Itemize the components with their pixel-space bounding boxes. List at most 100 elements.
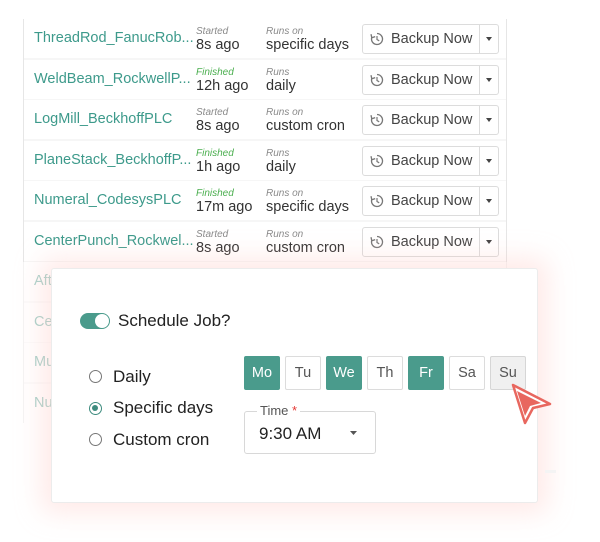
- backup-dropdown-toggle[interactable]: [480, 25, 498, 53]
- runs-value: daily: [266, 77, 296, 94]
- day-button-sa[interactable]: Sa: [449, 356, 485, 390]
- radio-button[interactable]: [89, 370, 102, 384]
- schedule-dialog: Schedule Job? Daily Specific days Custom…: [51, 268, 538, 503]
- backup-dropdown-toggle[interactable]: [480, 147, 498, 175]
- job-name-link[interactable]: PlaneStack_BeckhoffP...: [34, 152, 194, 168]
- backup-now-label: Backup Now: [391, 193, 473, 209]
- backup-dropdown-toggle[interactable]: [480, 187, 498, 215]
- backup-button-group: Backup Now: [362, 105, 499, 135]
- runs-label: Runs on: [266, 107, 304, 118]
- runs-value: daily: [266, 158, 296, 175]
- toggle-knob: [95, 314, 109, 328]
- caret-down-icon: [486, 37, 492, 41]
- runs-cell: Runs on custom cron: [266, 228, 366, 256]
- status-cell: Started 8s ago: [196, 107, 264, 135]
- job-name-link[interactable]: WeldBeam_RockwellP...: [34, 71, 194, 87]
- schedule-toggle-row: Schedule Job?: [80, 311, 230, 331]
- runs-cell: Runs on custom cron: [266, 107, 366, 135]
- backup-now-button[interactable]: Backup Now: [363, 227, 480, 256]
- caret-down-icon: [486, 118, 492, 122]
- time-select[interactable]: Time * 9:30 AM: [244, 403, 376, 454]
- day-selector: Mo Tu We Th Fr Sa Su: [244, 356, 531, 390]
- runs-label: Runs: [266, 66, 290, 78]
- schedule-type-radio-group: Daily Specific days Custom cron: [89, 361, 213, 456]
- status-label: Finished: [196, 188, 234, 199]
- radio-label: Daily: [113, 366, 151, 386]
- radio-option-specific-days[interactable]: Specific days: [89, 393, 213, 425]
- backup-now-label: Backup Now: [391, 152, 473, 169]
- refresh-icon: [370, 235, 384, 248]
- job-row: CenterPunch_Rockwel... Started 8s ago Ru…: [24, 221, 506, 263]
- backup-now-button[interactable]: Backup Now: [363, 187, 480, 215]
- runs-value: custom cron: [266, 118, 345, 134]
- status-cell: Started 8s ago: [196, 26, 264, 54]
- runs-cell: Runs daily: [266, 148, 366, 175]
- backup-now-label: Backup Now: [391, 112, 473, 128]
- refresh-icon: [370, 154, 384, 167]
- refresh-icon: [370, 32, 384, 46]
- backup-now-label: Backup Now: [391, 233, 473, 250]
- refresh-icon: [370, 113, 384, 127]
- runs-label: Runs on: [266, 228, 304, 240]
- day-button-th[interactable]: Th: [367, 356, 403, 390]
- backup-now-button[interactable]: Backup Now: [363, 65, 480, 94]
- caret-down-icon: [486, 199, 492, 203]
- status-label: Started: [196, 228, 229, 240]
- job-name-link[interactable]: ThreadRod_FanucRob...: [34, 30, 194, 46]
- backup-now-label: Backup Now: [391, 71, 473, 88]
- job-row: ThreadRod_FanucRob... Started 8s ago Run…: [24, 19, 506, 60]
- runs-cell: Runs daily: [266, 66, 366, 94]
- backup-button-group: Backup Now: [362, 64, 499, 95]
- cursor-arrow-icon: [511, 383, 552, 425]
- job-row: Numeral_CodesysPLC Finished 17m ago Runs…: [24, 181, 506, 222]
- status-label: Started: [196, 107, 229, 118]
- status-label: Finished: [196, 66, 234, 78]
- status-time: 8s ago: [196, 37, 240, 53]
- radio-button[interactable]: [89, 433, 102, 447]
- job-row: PlaneStack_BeckhoffP... Finished 1h ago …: [24, 140, 506, 182]
- backup-now-button[interactable]: Backup Now: [363, 146, 480, 175]
- status-cell: Finished 17m ago: [196, 188, 264, 216]
- schedule-job-toggle[interactable]: [80, 313, 110, 329]
- caret-down-icon: [486, 77, 492, 82]
- backup-dropdown-toggle[interactable]: [480, 66, 498, 94]
- divider: [545, 470, 556, 473]
- time-label: Time *: [257, 403, 301, 418]
- day-button-mo[interactable]: Mo: [244, 356, 280, 390]
- backup-now-button[interactable]: Backup Now: [363, 106, 480, 134]
- radio-button[interactable]: [89, 401, 102, 415]
- status-time: 12h ago: [196, 77, 249, 94]
- radio-option-daily[interactable]: Daily: [89, 361, 213, 393]
- refresh-icon: [370, 194, 384, 208]
- status-time: 8s ago: [196, 118, 240, 134]
- job-name-link[interactable]: Numeral_CodesysPLC: [34, 192, 194, 208]
- job-name-link[interactable]: CenterPunch_Rockwel...: [34, 233, 194, 249]
- radio-option-custom-cron[interactable]: Custom cron: [89, 424, 213, 456]
- backup-now-label: Backup Now: [391, 31, 473, 47]
- schedule-job-label: Schedule Job?: [118, 311, 231, 330]
- day-button-tu[interactable]: Tu: [285, 356, 321, 390]
- refresh-icon: [370, 73, 384, 86]
- day-button-fr[interactable]: Fr: [408, 356, 444, 390]
- status-label: Finished: [196, 147, 234, 159]
- runs-label: Runs on: [266, 188, 304, 199]
- job-row: WeldBeam_RockwellP... Finished 12h ago R…: [24, 59, 506, 101]
- caret-down-icon: [486, 239, 492, 244]
- backup-dropdown-toggle[interactable]: [480, 106, 498, 134]
- status-cell: Started 8s ago: [196, 228, 264, 256]
- backup-button-group: Backup Now: [362, 145, 499, 176]
- backup-button-group: Backup Now: [362, 226, 499, 257]
- day-button-we[interactable]: We: [326, 356, 362, 390]
- status-cell: Finished 12h ago: [196, 66, 264, 94]
- status-time: 1h ago: [196, 158, 241, 175]
- backup-button-group: Backup Now: [362, 186, 499, 216]
- status-label: Started: [196, 26, 229, 37]
- runs-cell: Runs on specific days: [266, 188, 366, 216]
- backup-dropdown-toggle[interactable]: [480, 228, 498, 256]
- backup-button-group: Backup Now: [362, 24, 499, 54]
- job-name-link[interactable]: LogMill_BeckhoffPLC: [34, 111, 194, 127]
- caret-down-icon: [486, 158, 492, 163]
- backup-now-button[interactable]: Backup Now: [363, 25, 480, 53]
- time-value: 9:30 AM: [259, 424, 322, 443]
- job-row: LogMill_BeckhoffPLC Started 8s ago Runs …: [24, 100, 506, 141]
